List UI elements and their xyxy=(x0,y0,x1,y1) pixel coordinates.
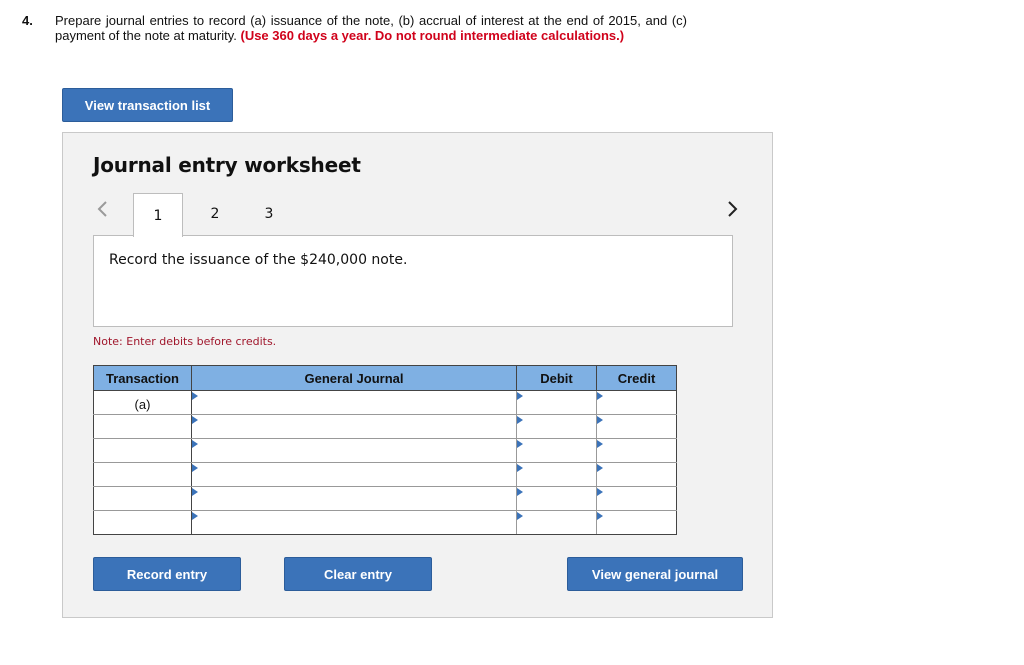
triangle-right-icon[interactable] xyxy=(192,488,198,496)
credit-cell[interactable] xyxy=(596,414,677,439)
instruction-box: Record the issuance of the $240,000 note… xyxy=(93,235,733,327)
tab-3[interactable]: 3 xyxy=(244,193,294,235)
transaction-label: (a) xyxy=(134,397,151,412)
triangle-right-icon[interactable] xyxy=(192,416,198,424)
table-row xyxy=(93,510,677,535)
question-text: Prepare journal entries to record (a) is… xyxy=(55,13,687,43)
chevron-right-icon[interactable] xyxy=(723,197,743,221)
account-cell[interactable] xyxy=(191,486,517,511)
triangle-right-icon[interactable] xyxy=(192,512,198,520)
transaction-cell[interactable] xyxy=(93,462,192,487)
table-row: (a) xyxy=(93,390,677,415)
view-transaction-list-button[interactable]: View transaction list xyxy=(62,88,233,122)
triangle-right-icon[interactable] xyxy=(597,464,603,472)
header-credit: Credit xyxy=(596,365,677,391)
credit-cell[interactable] xyxy=(596,390,677,415)
triangle-right-icon[interactable] xyxy=(597,392,603,400)
table-row xyxy=(93,462,677,487)
journal-entry-worksheet: Journal entry worksheet 1 2 3 Record the… xyxy=(62,132,773,618)
credit-cell[interactable] xyxy=(596,438,677,463)
account-cell[interactable] xyxy=(191,510,517,535)
triangle-right-icon[interactable] xyxy=(597,512,603,520)
table-row xyxy=(93,438,677,463)
account-cell[interactable] xyxy=(191,438,517,463)
table-row xyxy=(93,414,677,439)
account-cell[interactable] xyxy=(191,462,517,487)
transaction-cell[interactable] xyxy=(93,486,192,511)
account-cell[interactable] xyxy=(191,414,517,439)
triangle-right-icon[interactable] xyxy=(192,464,198,472)
debit-cell[interactable] xyxy=(516,414,597,439)
credit-cell[interactable] xyxy=(596,510,677,535)
triangle-right-icon[interactable] xyxy=(517,464,523,472)
transaction-cell[interactable] xyxy=(93,414,192,439)
clear-entry-button[interactable]: Clear entry xyxy=(284,557,432,591)
instruction-text: Record the issuance of the $240,000 note… xyxy=(109,252,408,268)
header-general-journal: General Journal xyxy=(191,365,517,391)
tab-2[interactable]: 2 xyxy=(190,193,240,235)
question-emphasis: (Use 360 days a year. Do not round inter… xyxy=(240,28,625,43)
triangle-right-icon[interactable] xyxy=(192,440,198,448)
note-text: Note: Enter debits before credits. xyxy=(93,335,277,348)
tab-1[interactable]: 1 xyxy=(133,193,183,237)
triangle-right-icon[interactable] xyxy=(597,440,603,448)
debit-cell[interactable] xyxy=(516,390,597,415)
debit-cell[interactable] xyxy=(516,462,597,487)
triangle-right-icon[interactable] xyxy=(517,392,523,400)
credit-cell[interactable] xyxy=(596,462,677,487)
credit-cell[interactable] xyxy=(596,486,677,511)
triangle-right-icon[interactable] xyxy=(192,392,198,400)
transaction-cell[interactable] xyxy=(93,438,192,463)
journal-table: Transaction General Journal Debit Credit… xyxy=(93,365,677,535)
header-debit: Debit xyxy=(516,365,597,391)
debit-cell[interactable] xyxy=(516,438,597,463)
table-row xyxy=(93,486,677,511)
debit-cell[interactable] xyxy=(516,510,597,535)
triangle-right-icon[interactable] xyxy=(517,440,523,448)
transaction-cell[interactable] xyxy=(93,510,192,535)
debit-cell[interactable] xyxy=(516,486,597,511)
triangle-right-icon[interactable] xyxy=(517,416,523,424)
question-number: 4. xyxy=(22,13,33,28)
worksheet-title: Journal entry worksheet xyxy=(93,153,361,177)
triangle-right-icon[interactable] xyxy=(517,488,523,496)
chevron-left-icon[interactable] xyxy=(93,197,113,221)
triangle-right-icon[interactable] xyxy=(597,488,603,496)
record-entry-button[interactable]: Record entry xyxy=(93,557,241,591)
transaction-cell[interactable]: (a) xyxy=(93,390,192,415)
triangle-right-icon[interactable] xyxy=(517,512,523,520)
view-general-journal-button[interactable]: View general journal xyxy=(567,557,743,591)
header-transaction: Transaction xyxy=(93,365,192,391)
account-cell[interactable] xyxy=(191,390,517,415)
triangle-right-icon[interactable] xyxy=(597,416,603,424)
